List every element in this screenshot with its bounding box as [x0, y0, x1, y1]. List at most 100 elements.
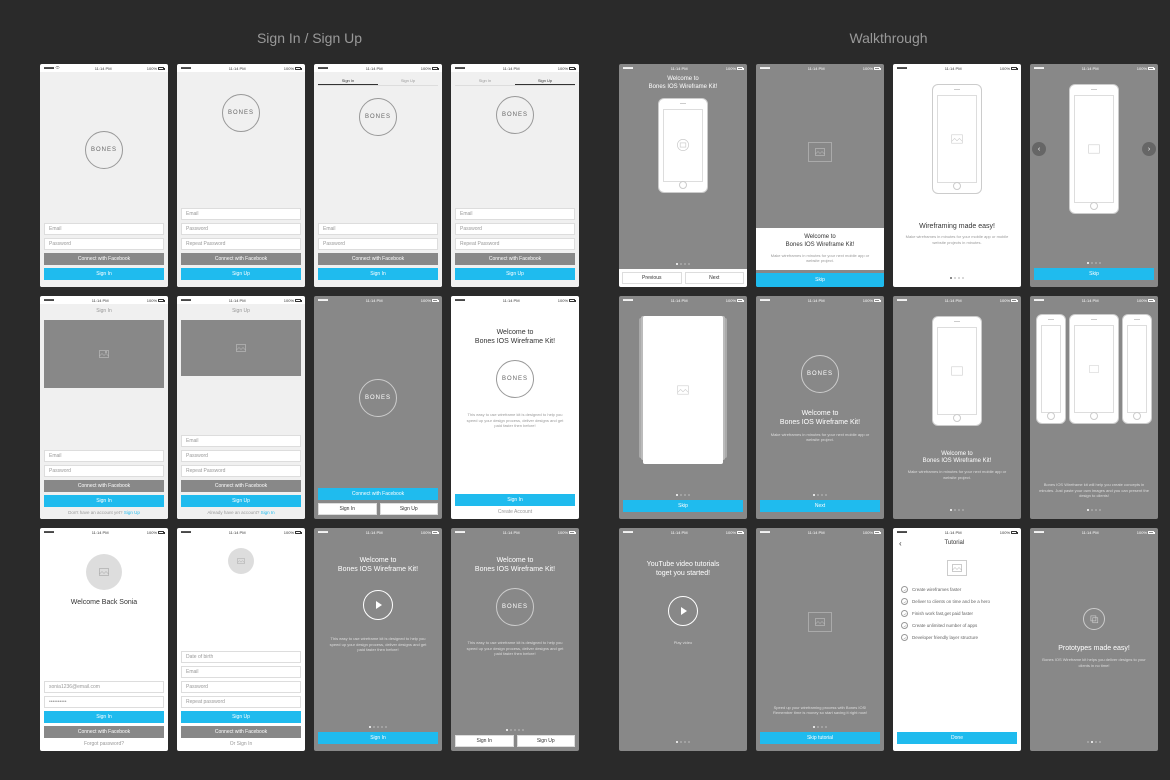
- screen-walk-youtube: 11:14 PM100% YouTube video tutorials tog…: [619, 528, 747, 751]
- email-field[interactable]: Email: [181, 208, 301, 220]
- sign-in-button[interactable]: Sign In: [318, 732, 438, 744]
- forgot-password-link[interactable]: Forgot password?: [44, 741, 164, 747]
- skip-tutorial-button[interactable]: Skip tutorial: [760, 732, 880, 744]
- welcome-title: Welcome to Bones IOS Wireframe Kit!: [760, 409, 880, 427]
- signin-section: Sign In / Sign Up 11:14 PM100% BONES Ema…: [40, 30, 579, 751]
- sign-up-button[interactable]: Sign Up: [517, 735, 576, 747]
- repeat-password-field[interactable]: Repeat Password: [455, 238, 575, 250]
- dob-field[interactable]: Date of birth: [181, 651, 301, 663]
- bones-logo: BONES: [359, 379, 397, 417]
- sign-up-button[interactable]: Sign Up: [380, 503, 439, 515]
- phone-mockup: [932, 316, 982, 426]
- password-field[interactable]: Password: [318, 238, 438, 250]
- description: Speed up your wireframing process with B…: [760, 705, 880, 716]
- title: Wireframing made easy!: [897, 222, 1017, 231]
- screen-walk-bones-next: 11:14 PM100% BONES Welcome to Bones IOS …: [756, 296, 884, 519]
- title: YouTube video tutorials toget you starte…: [623, 560, 743, 578]
- screen-walk-phone-nav: 11:14 PM100% ‹ › Skip: [1030, 64, 1158, 287]
- done-button[interactable]: Done: [897, 732, 1017, 744]
- screen-tabs-signup: 11:14 PM100% Sign InSign Up BONES Email …: [451, 64, 579, 287]
- screen-tabs-signin: 11:14 PM100% Sign InSign Up BONES Email …: [314, 64, 442, 287]
- prev-arrow[interactable]: ‹: [1032, 142, 1046, 156]
- screen-signup-profile: 11:14 PM100% Date of birth Email Passwor…: [177, 528, 305, 751]
- connect-facebook-button[interactable]: Connect with Facebook: [318, 253, 438, 265]
- email-field[interactable]: Email: [181, 435, 301, 447]
- sign-up-button[interactable]: Sign Up: [455, 268, 575, 280]
- email-field[interactable]: Email: [44, 223, 164, 235]
- connect-facebook-button[interactable]: Connect with Facebook: [44, 726, 164, 738]
- bones-logo: BONES: [496, 96, 534, 134]
- welcome-back-title: Welcome Back Sonia: [44, 598, 164, 607]
- sign-in-button[interactable]: Sign In: [455, 494, 575, 506]
- email-field[interactable]: Email: [455, 208, 575, 220]
- next-button[interactable]: Next: [760, 500, 880, 512]
- skip-button[interactable]: Skip: [1034, 268, 1154, 280]
- sign-in-button[interactable]: Sign In: [455, 735, 514, 747]
- screen-welcome-video: 11:14 PM100% Welcome to Bones IOS Wirefr…: [314, 528, 442, 751]
- screen-signup-image: 11:14 PM100% Sign Up Email Password Repe…: [177, 296, 305, 519]
- connect-facebook-button[interactable]: Connect with Facebook: [318, 488, 438, 500]
- tab-signup[interactable]: Sign Up: [515, 76, 575, 85]
- sign-in-button[interactable]: Sign In: [318, 503, 377, 515]
- screen-walk-wireframing: 11:14 PM100% Wireframing made easy! Make…: [893, 64, 1021, 287]
- password-field[interactable]: Password: [44, 238, 164, 250]
- sign-in-button[interactable]: Sign In: [44, 268, 164, 280]
- sign-in-button[interactable]: Sign In: [44, 495, 164, 507]
- email-field[interactable]: Email: [44, 450, 164, 462]
- repeat-password-field[interactable]: Repeat Password: [181, 465, 301, 477]
- connect-facebook-button[interactable]: Connect with Facebook: [181, 480, 301, 492]
- phone-mockup: [658, 98, 708, 193]
- create-account-link[interactable]: Create Account: [455, 509, 575, 515]
- connect-facebook-button[interactable]: Connect with Facebook: [44, 480, 164, 492]
- password-field[interactable]: Password: [181, 681, 301, 693]
- section-title-signin: Sign In / Sign Up: [40, 30, 579, 46]
- sign-in-button[interactable]: Sign In: [44, 711, 164, 723]
- card[interactable]: [643, 316, 723, 464]
- password-field[interactable]: ••••••••••: [44, 696, 164, 708]
- signup-link[interactable]: Don't have an account yet? Sign Up: [44, 510, 164, 515]
- sign-up-button[interactable]: Sign Up: [181, 711, 301, 723]
- check-icon: [901, 634, 908, 641]
- password-field[interactable]: Password: [455, 223, 575, 235]
- image-icon: [1088, 144, 1100, 154]
- connect-facebook-button[interactable]: Connect with Facebook: [455, 253, 575, 265]
- welcome-title: Welcome to Bones IOS Wireframe Kit!: [623, 76, 743, 92]
- screen-walk-phones-carousel: 11:14 PM100% Bones IOS Wireframe kit wil…: [1030, 296, 1158, 519]
- screen-signin-1: 11:14 PM100% BONES Email Password Connec…: [40, 64, 168, 287]
- repeat-password-field[interactable]: Repeat password: [181, 696, 301, 708]
- password-field[interactable]: Password: [181, 450, 301, 462]
- bones-logo: BONES: [801, 355, 839, 393]
- email-field[interactable]: Email: [318, 223, 438, 235]
- description: Make wireframes in minutes for your mobi…: [897, 234, 1017, 245]
- screen-welcome-back: 11:14 PM100% Welcome Back Sonia sonia123…: [40, 528, 168, 751]
- image-icon: [677, 385, 689, 395]
- play-button[interactable]: [668, 596, 698, 626]
- screen-walk-image-center: 11:14 PM100% Speed up your wireframing p…: [756, 528, 884, 751]
- hero-image: [44, 320, 164, 388]
- play-button[interactable]: [363, 590, 393, 620]
- next-button[interactable]: Next: [685, 272, 745, 284]
- password-field[interactable]: Password: [181, 223, 301, 235]
- password-field[interactable]: Password: [44, 465, 164, 477]
- tab-signin[interactable]: Sign In: [455, 76, 515, 85]
- signin-link[interactable]: Already have an account? Sign In: [181, 510, 301, 515]
- tab-signin[interactable]: Sign In: [318, 76, 378, 85]
- check-item: Create wireframes faster: [897, 586, 1017, 593]
- repeat-password-field[interactable]: Repeat Password: [181, 238, 301, 250]
- email-field[interactable]: Email: [181, 666, 301, 678]
- sign-up-button[interactable]: Sign Up: [181, 268, 301, 280]
- email-field[interactable]: sonia1236@email.com: [44, 681, 164, 693]
- sign-up-button[interactable]: Sign Up: [181, 495, 301, 507]
- skip-button[interactable]: Skip: [756, 273, 884, 287]
- avatar[interactable]: [228, 548, 254, 574]
- skip-button[interactable]: Skip: [623, 500, 743, 512]
- previous-button[interactable]: Previous: [622, 272, 682, 284]
- tab-signup[interactable]: Sign Up: [378, 76, 438, 85]
- connect-facebook-button[interactable]: Connect with Facebook: [181, 253, 301, 265]
- connect-facebook-button[interactable]: Connect with Facebook: [181, 726, 301, 738]
- sign-in-button[interactable]: Sign In: [318, 268, 438, 280]
- welcome-title: Welcome to Bones IOS Wireframe Kit!: [318, 556, 438, 574]
- connect-facebook-button[interactable]: Connect with Facebook: [44, 253, 164, 265]
- next-arrow[interactable]: ›: [1142, 142, 1156, 156]
- or-signin-link[interactable]: Or Sign In: [181, 741, 301, 747]
